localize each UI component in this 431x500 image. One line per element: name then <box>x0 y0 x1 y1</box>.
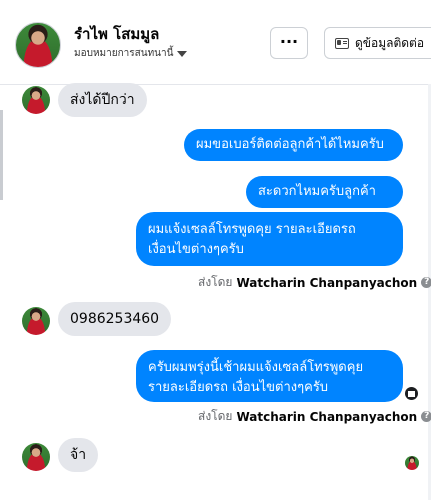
help-icon[interactable]: ? <box>421 411 431 422</box>
sent-by-label: ส่งโดย Watcharin Chanpanyachon ? <box>198 407 431 426</box>
more-options-button[interactable]: ··· <box>270 27 308 59</box>
sent-by-agent[interactable]: Watcharin Chanpanyachon <box>236 410 417 424</box>
contact-avatar-small[interactable] <box>22 443 50 471</box>
contact-card-icon <box>335 37 349 49</box>
incoming-message[interactable]: 0986253460 <box>58 302 172 336</box>
message-line: เงื่อนไขต่างๆครับ <box>148 242 244 257</box>
contact-name[interactable]: รำไพ โสมมูล <box>74 22 159 46</box>
message-line: ครับผมพรุ่งนี้เช้าผมแจ้งเซลล์โทรพูดคุย <box>148 360 364 375</box>
contact-avatar-small[interactable] <box>22 307 50 335</box>
outgoing-message[interactable]: ผมแจ้งเซลล์โทรพูดคุย รายละเอียดรถ เงื่อน… <box>136 212 403 266</box>
scrollbar-left[interactable] <box>0 110 3 200</box>
read-receipt-avatar <box>405 456 419 470</box>
view-contact-info-button[interactable]: ดูข้อมูลติดต่อ <box>324 27 431 59</box>
message-line: ผมแจ้งเซลล์โทรพูดคุย รายละเอียดรถ <box>148 222 356 237</box>
sent-by-prefix: ส่งโดย <box>198 409 233 423</box>
outgoing-message[interactable]: ผมขอเบอร์ติดต่อลูกค้าได้ไหมครับ <box>184 129 403 161</box>
help-icon[interactable]: ? <box>421 277 431 288</box>
assign-conversation-dropdown[interactable]: มอบหมายการสนทนานี้ <box>74 46 188 61</box>
chevron-down-icon <box>177 50 188 57</box>
sent-by-agent[interactable]: Watcharin Chanpanyachon <box>236 276 417 290</box>
seen-status-icon <box>405 387 418 400</box>
incoming-message[interactable]: จ้า <box>58 438 99 472</box>
outgoing-message[interactable]: ครับผมพรุ่งนี้เช้าผมแจ้งเซลล์โทรพูดคุย ร… <box>136 350 403 402</box>
incoming-message[interactable]: ส่งได้ปีกว่า <box>58 83 147 117</box>
contact-avatar-small[interactable] <box>22 86 50 114</box>
contact-avatar[interactable] <box>15 22 61 68</box>
sent-by-label: ส่งโดย Watcharin Chanpanyachon ? <box>198 273 431 292</box>
contact-info-label: ดูข้อมูลติดต่อ <box>355 35 425 50</box>
assign-label: มอบหมายการสนทนานี้ <box>74 48 174 59</box>
outgoing-message[interactable]: สะดวกไหมครับลูกค้า <box>246 176 403 208</box>
conversation-header: รำไพ โสมมูล มอบหมายการสนทนานี้ ··· ดูข้อ… <box>0 0 431 85</box>
message-line: รายละเอียดรถ เงื่อนไขต่างๆครับ <box>148 380 329 395</box>
sent-by-prefix: ส่งโดย <box>198 275 233 289</box>
